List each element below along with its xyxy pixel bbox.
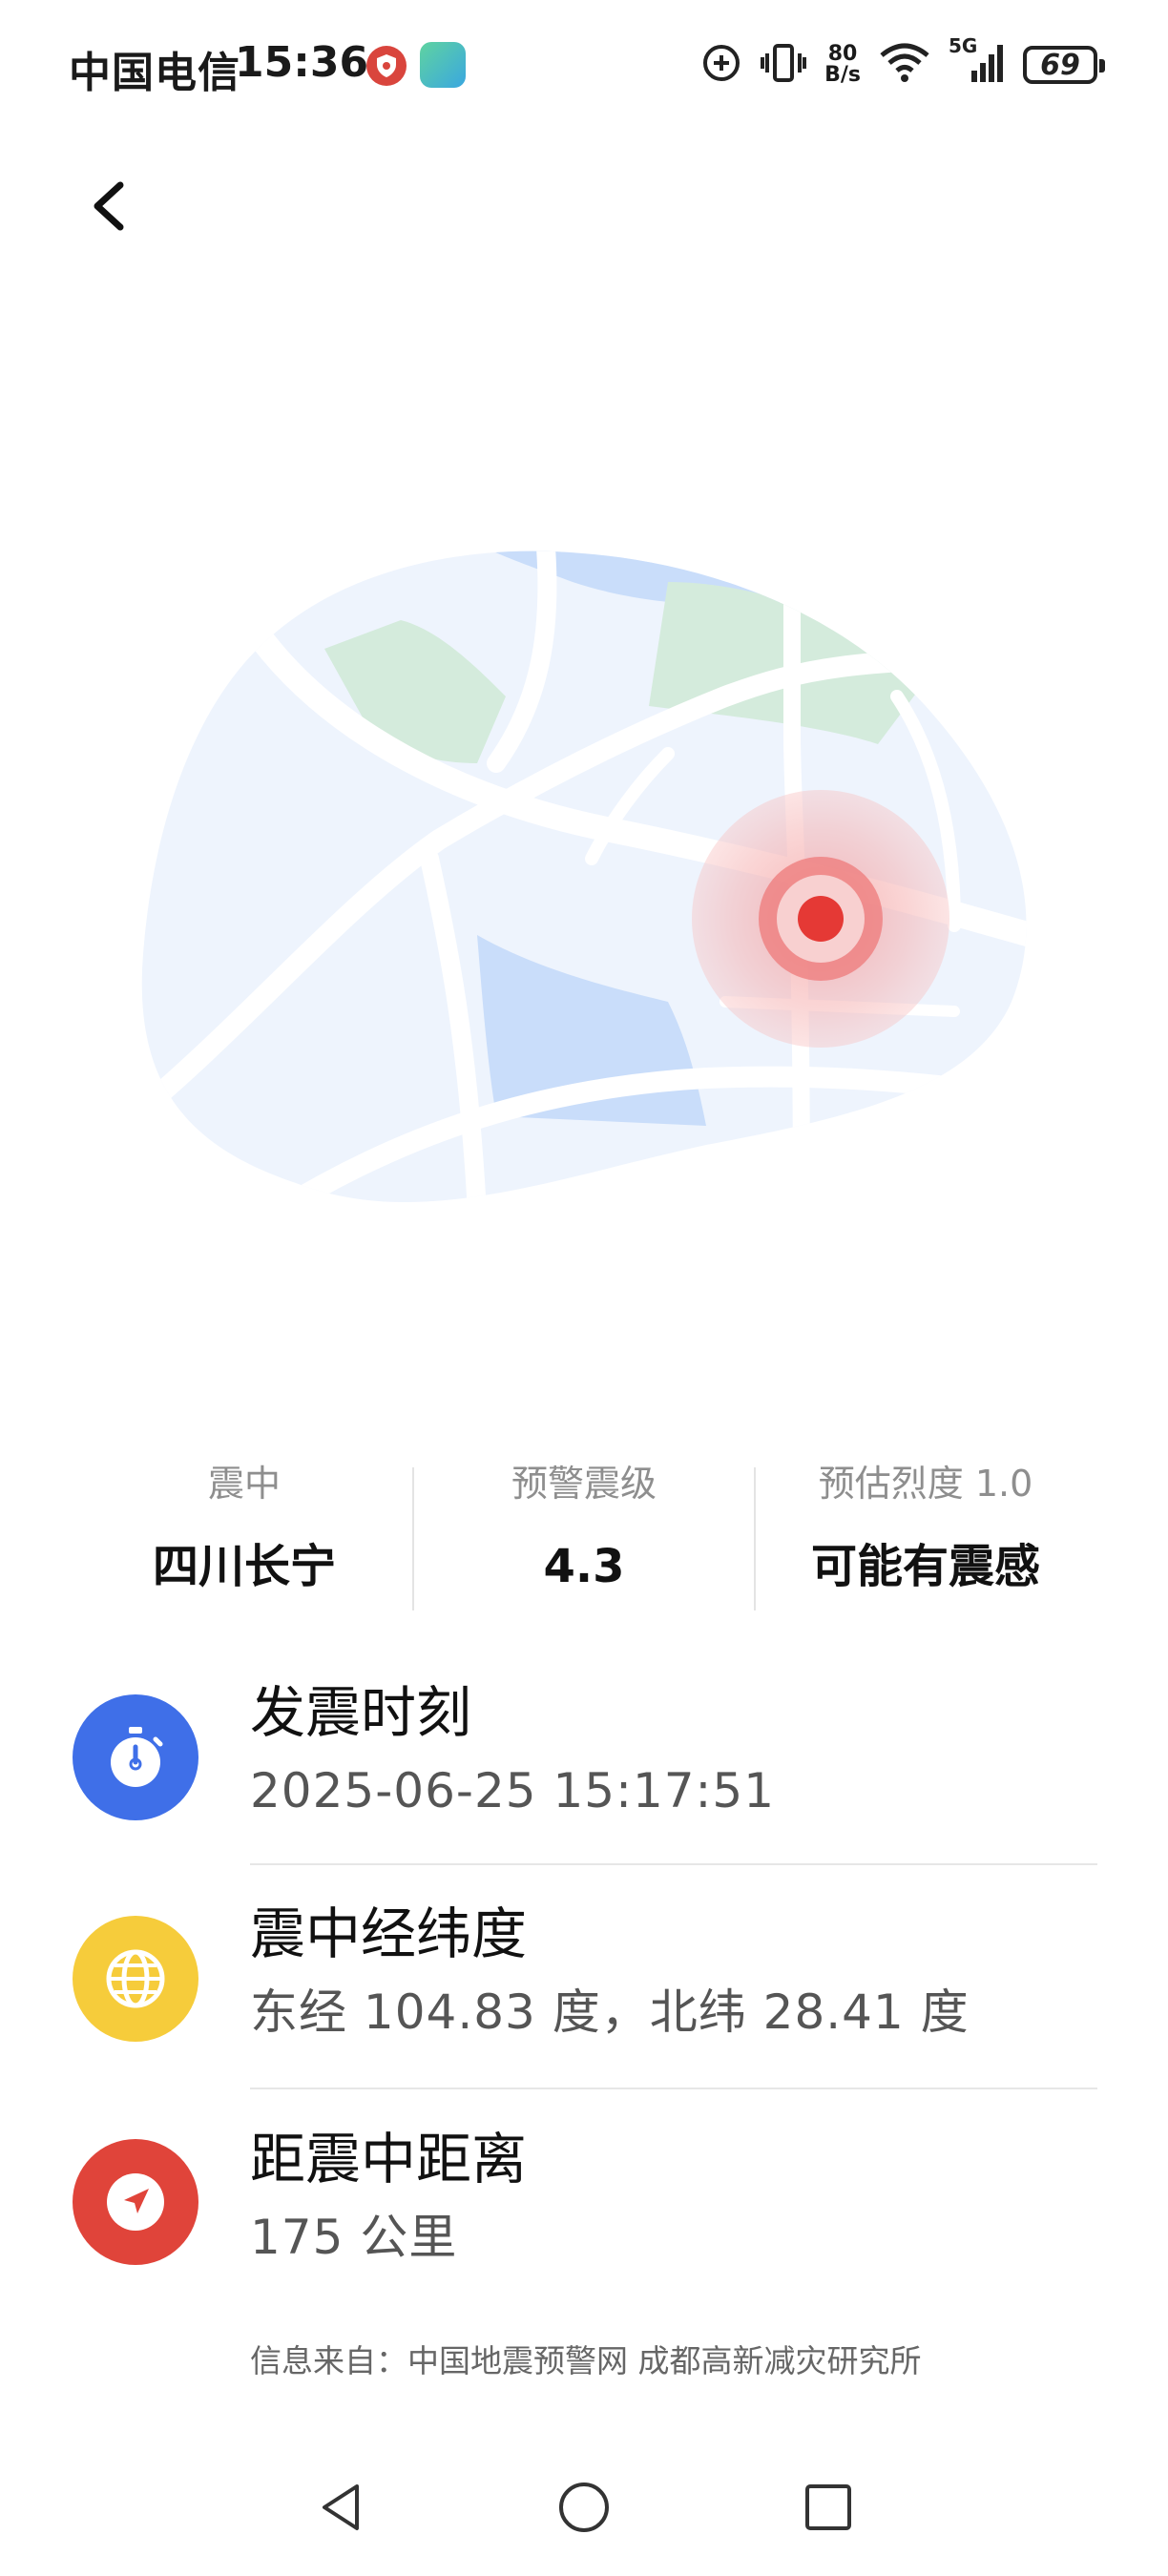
globe-icon — [73, 1916, 198, 2042]
info-value: 东经 104.83 度，北纬 28.41 度 — [250, 1984, 970, 2040]
stat-label: 震中 — [207, 1463, 281, 1505]
app-notification-icon — [420, 42, 466, 88]
triangle-back-icon — [323, 2484, 359, 2530]
back-button[interactable] — [80, 164, 141, 248]
nav-back-button[interactable] — [303, 2469, 380, 2545]
data-source: 信息来自：中国地震预警网 成都高新减灾研究所 — [250, 2342, 922, 2379]
epicenter-marker — [692, 790, 949, 1048]
info-row-coordinates: 震中经纬度 东经 104.83 度，北纬 28.41 度 — [0, 1895, 1168, 2086]
stat-magnitude: 预警震级 4.3 — [414, 1460, 754, 1593]
stat-value: 4.3 — [543, 1540, 625, 1593]
cellular-signal-icon: 5G — [949, 34, 1006, 88]
earthquake-detail-page: 中国电信 15:36 80 B/s 5G 69 震中 四川长宁 预警震级 4.3… — [0, 0, 1168, 2576]
nav-recents-button[interactable] — [790, 2469, 866, 2545]
info-title: 距震中距离 — [250, 2127, 528, 2192]
stat-label: 预警震级 — [511, 1463, 657, 1505]
battery-level: 69 — [1040, 48, 1080, 82]
info-value: 2025-06-25 15:17:51 — [250, 1763, 776, 1818]
wifi-icon — [878, 42, 931, 88]
stat-value: 四川长宁 — [152, 1540, 336, 1593]
network-speed: 80 B/s — [824, 44, 861, 86]
stat-epicenter: 震中 四川长宁 — [74, 1460, 414, 1593]
battery-icon: 69 — [1023, 46, 1105, 84]
navigation-arrow-icon — [73, 2139, 198, 2265]
nav-home-button[interactable] — [546, 2469, 622, 2545]
security-shield-icon — [366, 46, 407, 86]
stat-label: 预估烈度 1.0 — [818, 1463, 1033, 1505]
info-title: 震中经纬度 — [250, 1901, 528, 1966]
carrier-name: 中国电信 — [69, 49, 240, 97]
square-recents-icon — [805, 2484, 851, 2530]
system-nav-bar — [0, 2442, 1168, 2576]
network-type: 5G — [949, 34, 978, 57]
circle-home-icon — [559, 2483, 609, 2532]
chevron-left-icon — [94, 181, 124, 231]
epicenter-map — [134, 544, 1031, 1212]
network-speed-unit: B/s — [824, 63, 861, 87]
stat-value: 可能有震感 — [810, 1540, 1040, 1593]
status-bar: 中国电信 15:36 80 B/s 5G 69 — [0, 0, 1168, 134]
vibrate-icon — [760, 42, 807, 88]
clock: 15:36 — [235, 38, 369, 87]
divider — [250, 1863, 1097, 1865]
divider — [250, 2088, 1097, 2089]
info-title: 发震时刻 — [250, 1680, 472, 1745]
info-row-distance: 距震中距离 175 公里 — [0, 2120, 1168, 2311]
info-value: 175 公里 — [250, 2210, 458, 2265]
stopwatch-icon — [73, 1694, 198, 1820]
info-row-time: 发震时刻 2025-06-25 15:17:51 — [0, 1670, 1168, 1860]
stat-intensity: 预估烈度 1.0 可能有震感 — [756, 1460, 1095, 1593]
data-saver-icon — [700, 42, 742, 88]
quake-summary: 震中 四川长宁 预警震级 4.3 预估烈度 1.0 可能有震感 — [0, 1460, 1168, 1612]
status-icons: 80 B/s 5G 69 — [700, 34, 1105, 93]
